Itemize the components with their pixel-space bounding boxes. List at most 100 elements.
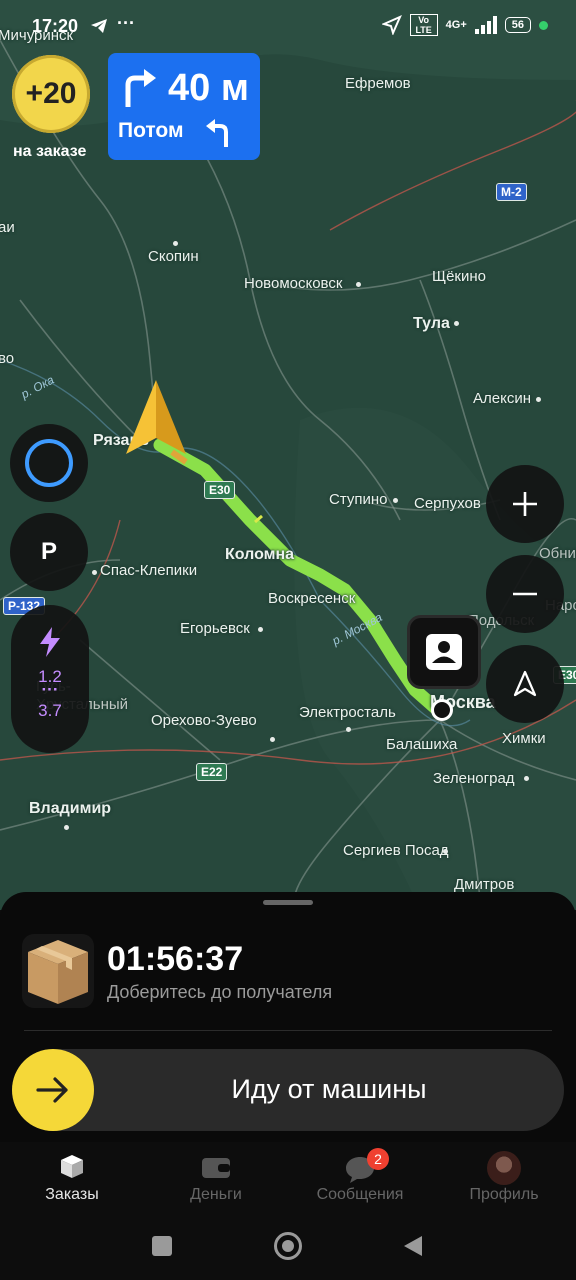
network-type: 4G+ <box>445 19 467 31</box>
city-dot <box>536 397 541 402</box>
city-label: аи <box>0 219 15 236</box>
privacy-indicator-dot <box>539 20 548 30</box>
bonus-badge[interactable]: +20 <box>12 55 90 133</box>
parcel-box-icon <box>28 940 88 1004</box>
city-dot <box>64 825 69 830</box>
avatar <box>487 1151 521 1185</box>
road-shield: E30 <box>204 481 236 499</box>
tab-label: Деньги <box>190 1186 242 1203</box>
next-maneuver-label: Потом <box>118 119 184 142</box>
city-label: Ефремов <box>345 75 411 92</box>
tab-label: Сообщения <box>316 1186 404 1203</box>
city-label: Владимир <box>29 800 112 817</box>
tab-profile[interactable]: Профиль <box>432 1142 576 1214</box>
volte-badge: Vo LTE <box>409 14 438 36</box>
maneuver-distance: 40 м <box>168 67 249 109</box>
unread-badge: 2 <box>367 1148 389 1170</box>
home-button[interactable] <box>274 1232 302 1260</box>
city-dot <box>393 498 398 503</box>
wallet-icon <box>202 1158 230 1178</box>
charge-separator: ··· <box>41 680 59 699</box>
city-label: Зеленоград <box>433 770 515 787</box>
zoom-in-button[interactable] <box>486 465 564 543</box>
city-label: Ступино <box>329 491 388 508</box>
next-turn-left-icon <box>206 119 228 147</box>
status-time: 17:20 <box>32 16 79 36</box>
order-sheet[interactable]: 01:56:37 Доберитесь до получателя Иду от… <box>0 892 576 1142</box>
city-dot <box>270 737 275 742</box>
battery-indicator: 56 <box>504 17 531 33</box>
zoom-out-button[interactable] <box>486 555 564 633</box>
road-shield: E22 <box>196 763 228 781</box>
status-bar: 17:20 ··· Vo LTE 4G+ 56 <box>0 0 576 52</box>
city-label: Новомосковск <box>244 275 343 292</box>
status-more-dots: ··· <box>117 13 135 33</box>
parking-label: P <box>40 538 57 565</box>
city-label: Электросталь <box>299 704 396 721</box>
lightning-icon <box>40 627 60 657</box>
city-label: Воскресенск <box>268 590 356 607</box>
compass-arrow-icon <box>513 670 537 697</box>
city-label: Скопин <box>148 248 199 265</box>
tab-label: Профиль <box>469 1186 539 1203</box>
tab-orders[interactable]: Заказы <box>0 1142 144 1214</box>
maneuver-card[interactable]: 40 м Потом <box>108 53 260 160</box>
signal-icon <box>474 16 497 34</box>
city-label: Серпухов <box>414 495 481 512</box>
telegram-icon <box>91 19 107 33</box>
system-navigation-bar <box>0 1214 576 1280</box>
city-label: во <box>0 350 15 367</box>
city-dot <box>258 627 263 632</box>
recents-button[interactable] <box>152 1236 172 1256</box>
city-dot <box>454 321 459 326</box>
bonus-value: +20 <box>25 77 77 110</box>
map-view[interactable]: Мичуринск Ефремов Скопин Новомосковск Щё… <box>0 0 576 910</box>
plus-icon <box>513 492 537 516</box>
person-icon <box>426 634 462 670</box>
minus-icon <box>513 592 537 596</box>
destination-marker[interactable] <box>407 615 481 689</box>
tab-bar: Заказы Деньги 2 Сообщения Профиль <box>0 1142 576 1214</box>
city-dot <box>443 849 448 854</box>
divider <box>24 1030 552 1031</box>
city-label: Спас-Клепики <box>100 562 198 579</box>
city-label: Тула <box>413 315 450 332</box>
city-dot <box>356 282 361 287</box>
order-instruction: Доберитесь до получателя <box>107 982 333 1002</box>
tab-money[interactable]: Деньги <box>144 1142 288 1214</box>
order-timer: 01:56:37 <box>107 940 244 978</box>
city-label: Егорьевск <box>180 620 250 637</box>
city-label: Дмитров <box>454 876 515 893</box>
leave-car-slider[interactable]: Иду от машины <box>12 1049 564 1131</box>
destination-point <box>431 699 453 721</box>
slider-knob[interactable] <box>12 1049 94 1131</box>
box-icon <box>61 1155 83 1178</box>
city-label: Алексин <box>473 390 531 407</box>
charge-value-bottom: 3.7 <box>38 701 62 720</box>
tab-messages[interactable]: 2 Сообщения <box>288 1142 432 1214</box>
city-dot <box>346 727 351 732</box>
city-dot <box>524 776 529 781</box>
back-button[interactable] <box>402 1234 424 1258</box>
city-label: Балашиха <box>386 736 458 753</box>
city-label: Коломна <box>225 546 295 563</box>
arrow-right-icon <box>36 1077 68 1103</box>
bonus-label: на заказе <box>13 143 87 160</box>
city-dot <box>92 570 97 575</box>
city-label: Сергиев Посад <box>343 842 449 859</box>
city-label: Орехово-Зуево <box>151 712 257 729</box>
road-shield: M-2 <box>496 183 527 201</box>
city-dot <box>173 241 178 246</box>
parking-button[interactable]: P <box>10 513 88 591</box>
charge-panel[interactable]: 1.2 ··· 3.7 <box>11 605 89 753</box>
alice-button[interactable] <box>10 424 88 502</box>
location-icon <box>381 15 402 35</box>
compass-button[interactable] <box>486 645 564 723</box>
city-label: Химки <box>502 730 546 747</box>
slider-label: Иду от машины <box>231 1074 427 1104</box>
alice-icon <box>25 439 73 487</box>
parcel-thumbnail <box>22 934 94 1008</box>
sheet-handle[interactable] <box>263 900 313 905</box>
city-label: Щёкино <box>432 268 486 285</box>
tab-label: Заказы <box>45 1186 99 1203</box>
